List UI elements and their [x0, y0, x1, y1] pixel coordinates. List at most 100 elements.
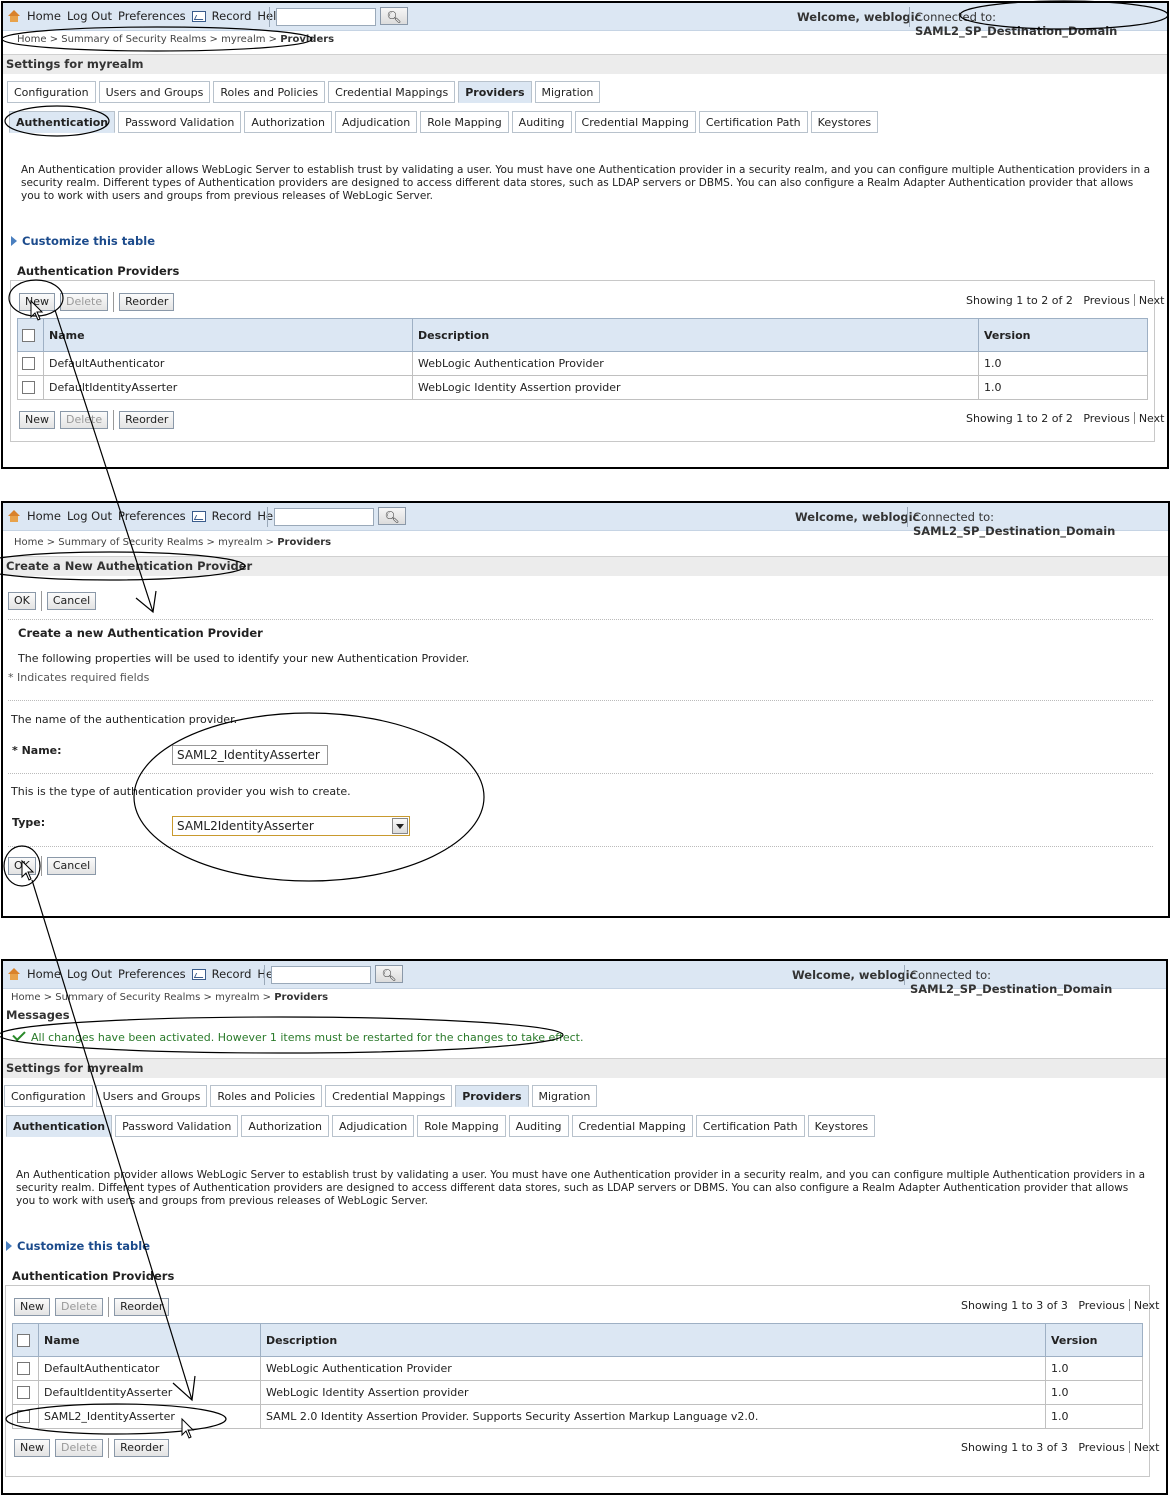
next-link[interactable]: Next	[1139, 412, 1165, 425]
reorder-button[interactable]: Reorder	[119, 293, 175, 311]
ok-button[interactable]: OK	[8, 857, 36, 875]
search-button[interactable]: 🔍︎	[375, 965, 403, 983]
breadcrumb-realm[interactable]: myrealm >	[215, 992, 271, 1003]
next-link[interactable]: Next	[1134, 1441, 1160, 1454]
subtab-authentication[interactable]: Authentication	[6, 1115, 113, 1137]
row-checkbox[interactable]	[12, 1404, 39, 1429]
logout-link[interactable]: Log Out	[67, 9, 112, 23]
col-name[interactable]: Name	[43, 318, 413, 352]
subtab-credential-mapping[interactable]: Credential Mapping	[574, 111, 696, 133]
row-checkbox[interactable]	[17, 375, 44, 400]
provider-name-link[interactable]: DefaultIdentityAsserter	[38, 1380, 261, 1405]
preferences-link[interactable]: Preferences	[118, 9, 186, 23]
col-description[interactable]: Description	[412, 318, 979, 352]
tab-migration[interactable]: Migration	[534, 81, 601, 103]
col-version[interactable]: Version	[978, 318, 1148, 352]
search-input[interactable]	[274, 508, 374, 526]
new-button[interactable]: New	[19, 411, 55, 429]
previous-link[interactable]: Previous	[1083, 294, 1130, 307]
new-button[interactable]: New	[14, 1298, 50, 1316]
tab-roles-and-policies[interactable]: Roles and Policies	[213, 81, 326, 103]
subtab-keystores[interactable]: Keystores	[810, 111, 879, 133]
subtab-adjudication[interactable]: Adjudication	[332, 1115, 415, 1137]
logout-link[interactable]: Log Out	[67, 509, 112, 523]
breadcrumb-realm[interactable]: myrealm >	[221, 34, 277, 45]
name-field[interactable]: SAML2_IdentityAsserter	[172, 745, 328, 765]
customize-table-link[interactable]: Customize this table	[11, 234, 155, 248]
row-checkbox[interactable]	[12, 1356, 39, 1381]
subtab-keystores[interactable]: Keystores	[807, 1115, 876, 1137]
reorder-button[interactable]: Reorder	[114, 1298, 170, 1316]
col-name[interactable]: Name	[38, 1323, 261, 1357]
tab-providers[interactable]: Providers	[455, 1085, 529, 1107]
home-icon[interactable]	[7, 10, 21, 22]
provider-name-link[interactable]: DefaultIdentityAsserter	[43, 375, 413, 400]
breadcrumb-home[interactable]: Home >	[11, 992, 52, 1003]
subtab-authorization[interactable]: Authorization	[241, 1115, 330, 1137]
search-input[interactable]	[271, 966, 371, 984]
search-button[interactable]: 🔍︎	[378, 507, 406, 525]
provider-name-link[interactable]: DefaultAuthenticator	[43, 351, 413, 376]
subtab-credential-mapping[interactable]: Credential Mapping	[571, 1115, 693, 1137]
delete-button[interactable]: Delete	[55, 1298, 104, 1316]
cancel-button[interactable]: Cancel	[46, 857, 97, 875]
breadcrumb-realm[interactable]: myrealm >	[218, 537, 274, 548]
breadcrumb-summary[interactable]: Summary of Security Realms >	[55, 992, 212, 1003]
home-link[interactable]: Home	[27, 967, 61, 981]
home-icon[interactable]	[7, 968, 21, 980]
next-link[interactable]: Next	[1139, 294, 1165, 307]
tab-credential-mappings[interactable]: Credential Mappings	[328, 81, 456, 103]
logout-link[interactable]: Log Out	[67, 967, 112, 981]
previous-link[interactable]: Previous	[1078, 1299, 1125, 1312]
search-button[interactable]: 🔍︎	[380, 7, 408, 25]
reorder-button[interactable]: Reorder	[114, 1439, 170, 1457]
subtab-authorization[interactable]: Authorization	[244, 111, 333, 133]
provider-name-link[interactable]: SAML2_IdentityAsserter	[38, 1404, 261, 1429]
preferences-link[interactable]: Preferences	[118, 967, 186, 981]
previous-link[interactable]: Previous	[1078, 1441, 1125, 1454]
preferences-link[interactable]: Preferences	[118, 509, 186, 523]
previous-link[interactable]: Previous	[1083, 412, 1130, 425]
tab-migration[interactable]: Migration	[531, 1085, 598, 1107]
tab-credential-mappings[interactable]: Credential Mappings	[325, 1085, 453, 1107]
delete-button[interactable]: Delete	[55, 1439, 104, 1457]
subtab-auditing[interactable]: Auditing	[511, 111, 572, 133]
select-all-checkbox[interactable]	[12, 1323, 39, 1357]
breadcrumb-home[interactable]: Home >	[14, 537, 55, 548]
tab-users-and-groups[interactable]: Users and Groups	[98, 81, 211, 103]
customize-table-link[interactable]: Customize this table	[6, 1239, 150, 1253]
subtab-password-validation[interactable]: Password Validation	[118, 111, 242, 133]
record-icon[interactable]	[191, 10, 206, 22]
row-checkbox[interactable]	[17, 351, 44, 376]
home-link[interactable]: Home	[27, 509, 61, 523]
breadcrumb-summary[interactable]: Summary of Security Realms >	[58, 537, 215, 548]
record-icon[interactable]	[191, 968, 206, 980]
breadcrumb-summary[interactable]: Summary of Security Realms >	[61, 34, 218, 45]
record-link[interactable]: Record	[212, 9, 252, 23]
subtab-certification-path[interactable]: Certification Path	[698, 111, 808, 133]
tab-configuration[interactable]: Configuration	[7, 81, 96, 103]
new-button[interactable]: New	[19, 293, 55, 311]
search-input[interactable]	[276, 8, 376, 26]
subtab-password-validation[interactable]: Password Validation	[115, 1115, 239, 1137]
next-link[interactable]: Next	[1134, 1299, 1160, 1312]
tab-users-and-groups[interactable]: Users and Groups	[95, 1085, 208, 1107]
type-select[interactable]: SAML2IdentityAsserter	[172, 816, 410, 836]
reorder-button[interactable]: Reorder	[119, 411, 175, 429]
home-link[interactable]: Home	[27, 9, 61, 23]
provider-name-link[interactable]: DefaultAuthenticator	[38, 1356, 261, 1381]
record-link[interactable]: Record	[212, 509, 252, 523]
tab-configuration[interactable]: Configuration	[4, 1085, 93, 1107]
tab-providers[interactable]: Providers	[458, 81, 532, 103]
subtab-role-mapping[interactable]: Role Mapping	[417, 1115, 506, 1137]
subtab-auditing[interactable]: Auditing	[508, 1115, 569, 1137]
home-icon[interactable]	[7, 510, 21, 522]
record-icon[interactable]	[191, 510, 206, 522]
subtab-role-mapping[interactable]: Role Mapping	[420, 111, 509, 133]
col-description[interactable]: Description	[260, 1323, 1046, 1357]
delete-button[interactable]: Delete	[60, 293, 109, 311]
record-link[interactable]: Record	[212, 967, 252, 981]
subtab-authentication[interactable]: Authentication	[9, 111, 116, 133]
chevron-down-icon[interactable]	[392, 818, 408, 834]
breadcrumb-home[interactable]: Home >	[17, 34, 58, 45]
